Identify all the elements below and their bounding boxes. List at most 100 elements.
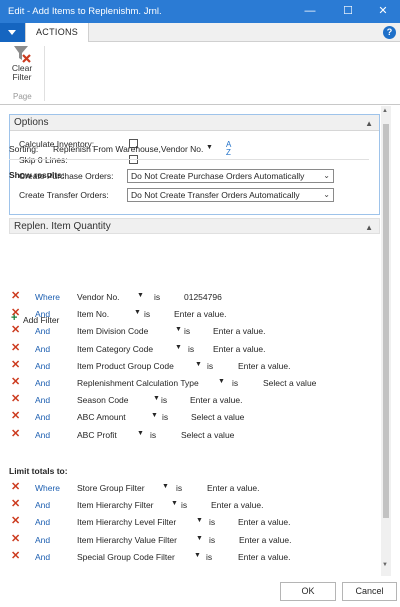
filter-is-label: is <box>181 500 188 511</box>
filter-value[interactable]: 01254796 <box>184 292 222 302</box>
filter-is-label: is <box>206 551 213 562</box>
filter-operator[interactable]: Where <box>35 292 60 302</box>
filter-is-label: is <box>232 378 239 388</box>
filter-field[interactable]: Store Group Filter <box>77 483 145 493</box>
filter-field[interactable]: Special Group Code Filter <box>77 552 175 562</box>
remove-filter-icon[interactable]: ✕ <box>11 394 20 405</box>
ribbon-tab-strip: ACTIONS ? <box>0 23 400 42</box>
filter-field-dropdown-icon[interactable]: ▼ <box>162 483 169 490</box>
sort-direction-icon[interactable]: AZ <box>226 141 231 157</box>
filter-field[interactable]: Item Category Code <box>77 344 153 354</box>
filter-field[interactable]: Item Hierarchy Level Filter <box>77 517 176 527</box>
filter-field[interactable]: Item Hierarchy Filter <box>77 500 154 510</box>
create-to-select[interactable]: Do Not Create Transfer Orders Automatica… <box>127 188 334 202</box>
cancel-button[interactable]: Cancel <box>342 582 397 601</box>
filter-field-dropdown-icon[interactable]: ▼ <box>171 500 178 507</box>
filter-operator[interactable]: And <box>35 535 50 545</box>
ribbon-menu-button[interactable] <box>0 23 25 42</box>
filter-field[interactable]: Replenishment Calculation Type <box>77 378 199 388</box>
filter-field-dropdown-icon[interactable]: ▼ <box>218 378 225 385</box>
filter-field-dropdown-icon[interactable]: ▼ <box>195 361 202 368</box>
filter-field[interactable]: Item Product Group Code <box>77 361 174 371</box>
filter-value[interactable]: Select a value <box>263 378 316 388</box>
filter-operator[interactable]: And <box>35 395 50 405</box>
clear-filter-icon <box>14 46 31 63</box>
scroll-down-icon[interactable]: ▼ <box>382 562 388 568</box>
filter-value[interactable]: Enter a value. <box>238 552 290 562</box>
filter-field-dropdown-icon[interactable]: ▼ <box>137 292 144 299</box>
remove-filter-icon[interactable]: ✕ <box>11 377 20 388</box>
filter-value[interactable]: Enter a value. <box>213 344 265 354</box>
filter-operator[interactable]: And <box>35 552 50 562</box>
filter-operator[interactable]: Where <box>35 483 60 493</box>
filter-field-dropdown-icon[interactable]: ▼ <box>151 412 158 419</box>
filter-field[interactable]: Item Division Code <box>77 326 148 336</box>
filter-operator[interactable]: And <box>35 500 50 510</box>
filter-field-dropdown-icon[interactable]: ▼ <box>196 517 203 524</box>
add-filter-button[interactable]: + Add Filter <box>9 313 89 327</box>
filter-field-dropdown-icon[interactable]: ▼ <box>175 344 182 351</box>
scroll-thumb[interactable] <box>383 124 389 518</box>
vertical-scrollbar[interactable]: ▲ ▼ <box>381 106 391 576</box>
filter-field-dropdown-icon[interactable]: ▼ <box>134 309 141 316</box>
filter-is-label: is <box>176 483 183 493</box>
filter-is-label: is <box>188 343 195 354</box>
ok-button[interactable]: OK <box>280 582 336 601</box>
tab-actions[interactable]: ACTIONS <box>25 23 90 42</box>
ribbon-group-label: Page <box>13 92 32 101</box>
remove-filter-icon[interactable]: ✕ <box>11 359 20 371</box>
create-to-value: Do Not Create Transfer Orders Automatica… <box>131 190 300 200</box>
filter-value[interactable]: Enter a value. <box>174 309 226 319</box>
create-po-select[interactable]: Do Not Create Purchase Orders Automatica… <box>127 169 334 183</box>
clear-filter-button[interactable]: Clear Filter <box>4 44 40 90</box>
filter-operator[interactable]: And <box>35 326 50 336</box>
scroll-up-icon[interactable]: ▲ <box>382 108 388 114</box>
remove-filter-icon[interactable]: ✕ <box>11 291 20 302</box>
filter-is-label: is <box>207 360 214 371</box>
filter-operator[interactable]: And <box>35 412 50 422</box>
remove-filter-icon[interactable]: ✕ <box>11 482 20 493</box>
remove-filter-icon[interactable]: ✕ <box>11 411 20 422</box>
filter-value[interactable]: Enter a value. <box>211 500 263 510</box>
filter-operator[interactable]: And <box>35 361 50 371</box>
filter-field-dropdown-icon[interactable]: ▼ <box>194 552 201 559</box>
filter-value[interactable]: Enter a value. <box>239 535 291 545</box>
filter-operator[interactable]: And <box>35 430 50 440</box>
filter-field-dropdown-icon[interactable]: ▼ <box>175 326 182 333</box>
filter-field[interactable]: ABC Amount <box>77 412 126 422</box>
filter-field[interactable]: ABC Profit <box>77 430 117 440</box>
chevron-down-icon: ⌄ <box>323 190 330 199</box>
filter-value[interactable]: Enter a value. <box>238 517 290 527</box>
filter-value[interactable]: Enter a value. <box>238 361 290 371</box>
remove-filter-icon[interactable]: ✕ <box>11 342 20 354</box>
minimize-button[interactable]: — <box>295 0 325 23</box>
close-button[interactable]: ✕ <box>368 0 398 23</box>
remove-filter-icon[interactable]: ✕ <box>11 499 20 510</box>
maximize-button[interactable]: ☐ <box>333 0 363 23</box>
remove-filter-icon[interactable]: ✕ <box>11 325 20 336</box>
filter-field-dropdown-icon[interactable]: ▼ <box>196 535 203 542</box>
filter-operator[interactable]: And <box>35 344 50 354</box>
filter-value[interactable]: Select a value <box>181 430 234 440</box>
options-header[interactable]: Options ▲ <box>10 115 379 131</box>
filter-operator[interactable]: And <box>35 517 50 527</box>
filter-value[interactable]: Enter a value. <box>207 483 259 493</box>
sorting-value[interactable]: Replenish From Warehouse,Vendor No. <box>53 144 203 154</box>
filter-value[interactable]: Select a value <box>191 412 244 422</box>
filter-field-dropdown-icon[interactable]: ▼ <box>153 395 160 402</box>
title-bar: Edit - Add Items to Replenishm. Jrnl. — … <box>0 0 400 23</box>
remove-filter-icon[interactable]: ✕ <box>11 428 20 440</box>
filter-field[interactable]: Vendor No. <box>77 292 120 302</box>
remove-filter-icon[interactable]: ✕ <box>11 550 20 562</box>
replen-header[interactable]: Replen. Item Quantity ▲ <box>9 218 380 234</box>
filter-value[interactable]: Enter a value. <box>213 326 265 336</box>
help-icon[interactable]: ? <box>383 26 396 39</box>
filter-value[interactable]: Enter a value. <box>190 395 242 405</box>
filter-field[interactable]: Item Hierarchy Value Filter <box>77 535 177 545</box>
remove-filter-icon[interactable]: ✕ <box>11 533 20 545</box>
remove-filter-icon[interactable]: ✕ <box>11 516 20 527</box>
sorting-dropdown-icon[interactable]: ▼ <box>206 144 213 151</box>
filter-operator[interactable]: And <box>35 378 50 388</box>
filter-field-dropdown-icon[interactable]: ▼ <box>137 430 144 437</box>
filter-field[interactable]: Season Code <box>77 395 129 405</box>
